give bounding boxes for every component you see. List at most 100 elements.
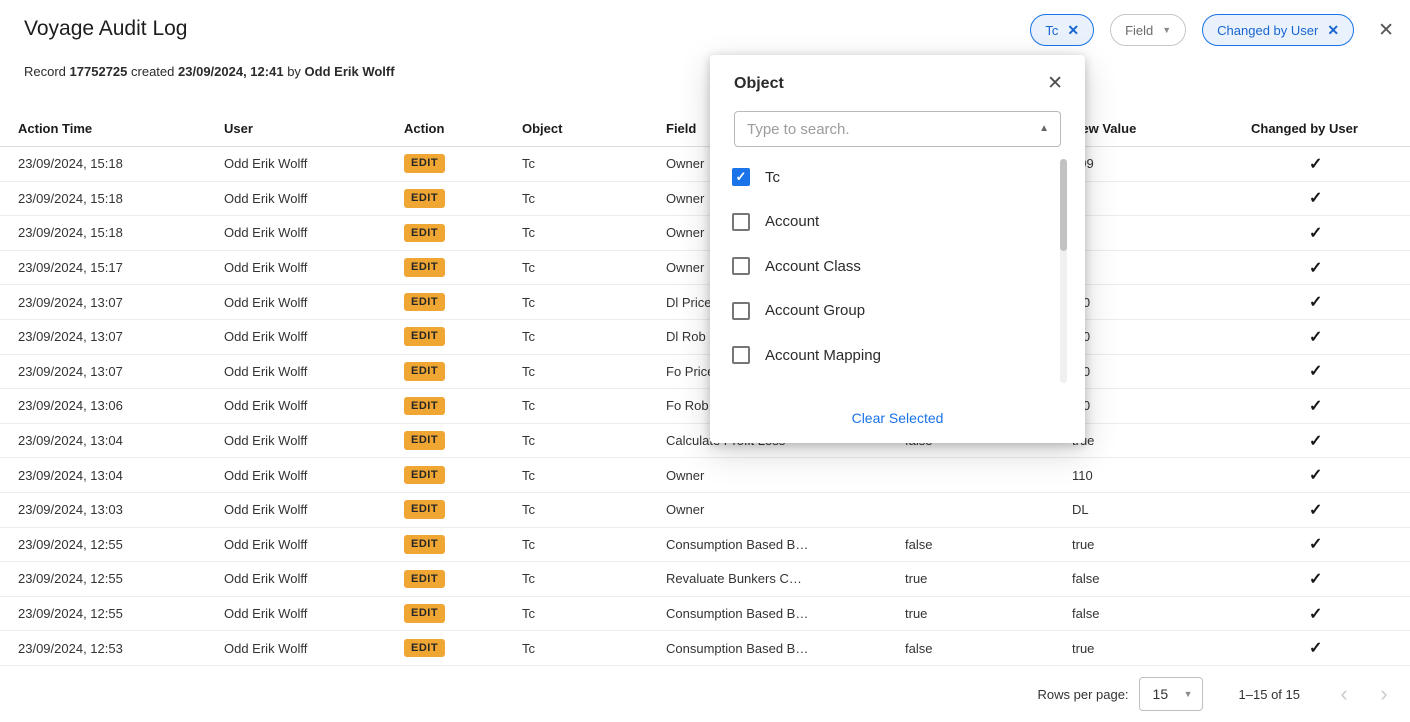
next-page-button[interactable]: › (1364, 683, 1404, 705)
remove-filter-icon[interactable]: ✕ (1067, 23, 1079, 37)
filter-chip-tc[interactable]: Tc ✕ (1030, 14, 1094, 46)
cell-action-time: 23/09/2024, 15:18 (18, 156, 224, 171)
filter-chip-field[interactable]: Field ▼ (1110, 14, 1186, 46)
cell-user: Odd Erik Wolff (224, 156, 404, 171)
cell-action-time: 23/09/2024, 13:04 (18, 468, 224, 483)
table-row: 23/09/2024, 13:04Odd Erik WolffEDITTcCal… (0, 424, 1410, 459)
cell-user: Odd Erik Wolff (224, 329, 404, 344)
cell-new-value: 0.0 (1072, 398, 1251, 413)
cell-changed-by-user: ✓ (1251, 638, 1410, 658)
close-icon[interactable]: ✕ (1378, 19, 1394, 42)
cell-changed-by-user: ✓ (1251, 396, 1410, 416)
cell-user: Odd Erik Wolff (224, 468, 404, 483)
table-row: 23/09/2024, 12:53Odd Erik WolffEDITTcCon… (0, 631, 1410, 666)
cell-action: EDIT (404, 154, 522, 173)
filter-bar: Tc ✕ Field ▼ Changed by User ✕ ✕ (1030, 14, 1394, 46)
edit-action-badge: EDIT (404, 258, 445, 277)
scrollbar-thumb[interactable] (1060, 159, 1067, 251)
edit-action-badge: EDIT (404, 362, 445, 381)
cell-user: Odd Erik Wolff (224, 433, 404, 448)
cell-changed-by-user: ✓ (1251, 431, 1410, 451)
edit-action-badge: EDIT (404, 224, 445, 243)
cell-action: EDIT (404, 535, 522, 554)
dropdown-search: ▲ (734, 111, 1061, 147)
object-filter-dropdown: Object ✕ ▲ ✓TcAccountAccount ClassAccoun… (710, 55, 1085, 443)
cell-changed-by-user: ✓ (1251, 534, 1410, 554)
cell-user: Odd Erik Wolff (224, 295, 404, 310)
table-row: 23/09/2024, 12:55Odd Erik WolffEDITTcRev… (0, 562, 1410, 597)
search-input[interactable] (735, 121, 1039, 138)
cell-changed-by-user: ✓ (1251, 569, 1410, 589)
clear-selected-button[interactable]: Clear Selected (710, 410, 1085, 426)
cell-object: Tc (522, 191, 666, 206)
dropdown-option-account-class[interactable]: Account Class (710, 244, 1055, 289)
table-body: 23/09/2024, 15:18Odd Erik WolffEDITTcOwn… (0, 147, 1410, 666)
table-row: 23/09/2024, 13:07Odd Erik WolffEDITTcDl … (0, 320, 1410, 355)
checkbox-unchecked-icon[interactable] (732, 302, 750, 320)
cell-user: Odd Erik Wolff (224, 537, 404, 552)
checkbox-unchecked-icon[interactable] (732, 346, 750, 364)
pagination-bar: Rows per page: 15 ▼ 1–15 of 15 ‹ › (1037, 677, 1404, 711)
cell-field: Owner (666, 502, 905, 517)
table-row: 23/09/2024, 13:03Odd Erik WolffEDITTcOwn… (0, 493, 1410, 528)
edit-action-badge: EDIT (404, 535, 445, 554)
edit-action-badge: EDIT (404, 327, 445, 346)
cell-action: EDIT (404, 362, 522, 381)
cell-object: Tc (522, 537, 666, 552)
cell-old-value: false (905, 537, 1072, 552)
cell-new-value: 999 (1072, 156, 1251, 171)
table-row: 23/09/2024, 13:07Odd Erik WolffEDITTcDl … (0, 285, 1410, 320)
record-created-by: Odd Erik Wolff (305, 64, 395, 79)
cell-new-value: true (1072, 641, 1251, 656)
cell-action: EDIT (404, 189, 522, 208)
checkbox-unchecked-icon[interactable] (732, 257, 750, 275)
cell-object: Tc (522, 606, 666, 621)
cell-new-value: false (1072, 606, 1251, 621)
cell-user: Odd Erik Wolff (224, 641, 404, 656)
table-row: 23/09/2024, 15:18Odd Erik WolffEDITTcOwn… (0, 147, 1410, 182)
rows-per-page-value: 15 (1153, 686, 1169, 702)
table-row: 23/09/2024, 12:55Odd Erik WolffEDITTcCon… (0, 528, 1410, 563)
cell-object: Tc (522, 295, 666, 310)
cell-user: Odd Erik Wolff (224, 225, 404, 240)
cell-new-value: … (1072, 260, 1251, 275)
check-icon: ✓ (1309, 225, 1322, 242)
dropdown-option-label: Account Group (765, 302, 865, 319)
dropdown-option-label: Account Mapping (765, 347, 881, 364)
rows-per-page-select[interactable]: 15 ▼ (1139, 677, 1203, 711)
cell-object: Tc (522, 571, 666, 586)
dropdown-option-account-mapping[interactable]: Account Mapping (710, 333, 1055, 378)
table-row: 23/09/2024, 12:55Odd Erik WolffEDITTcCon… (0, 597, 1410, 632)
cell-user: Odd Erik Wolff (224, 364, 404, 379)
checkbox-unchecked-icon[interactable] (732, 213, 750, 231)
cell-action-time: 23/09/2024, 15:17 (18, 260, 224, 275)
cell-object: Tc (522, 329, 666, 344)
table-row: 23/09/2024, 13:06Odd Erik WolffEDITTcFo … (0, 389, 1410, 424)
dropdown-option-label: Tc (765, 169, 780, 186)
cell-field: Revaluate Bunkers C… (666, 571, 905, 586)
cell-old-value: false (905, 641, 1072, 656)
edit-action-badge: EDIT (404, 639, 445, 658)
dropdown-option-account[interactable]: Account (710, 200, 1055, 245)
remove-filter-icon[interactable]: ✕ (1327, 23, 1339, 37)
chevron-up-icon[interactable]: ▲ (1039, 124, 1060, 134)
filter-chip-changed-by-user[interactable]: Changed by User ✕ (1202, 14, 1354, 46)
edit-action-badge: EDIT (404, 154, 445, 173)
close-icon[interactable]: ✕ (1047, 72, 1063, 95)
edit-action-badge: EDIT (404, 431, 445, 450)
cell-user: Odd Erik Wolff (224, 571, 404, 586)
previous-page-button[interactable]: ‹ (1324, 683, 1364, 705)
table-row: 23/09/2024, 15:17Odd Erik WolffEDITTcOwn… (0, 251, 1410, 286)
dropdown-option-tc[interactable]: ✓ Tc (710, 155, 1055, 200)
checkbox-checked-icon[interactable]: ✓ (732, 168, 750, 186)
cell-action: EDIT (404, 604, 522, 623)
dropdown-option-label: Account (765, 213, 819, 230)
dropdown-option-account-group[interactable]: Account Group (710, 289, 1055, 334)
cell-object: Tc (522, 225, 666, 240)
cell-object: Tc (522, 398, 666, 413)
cell-field: Consumption Based B… (666, 537, 905, 552)
cell-action-time: 23/09/2024, 12:53 (18, 641, 224, 656)
cell-action-time: 23/09/2024, 12:55 (18, 606, 224, 621)
cell-changed-by-user: ✓ (1251, 361, 1410, 381)
dropdown-option-label: Account Class (765, 258, 861, 275)
